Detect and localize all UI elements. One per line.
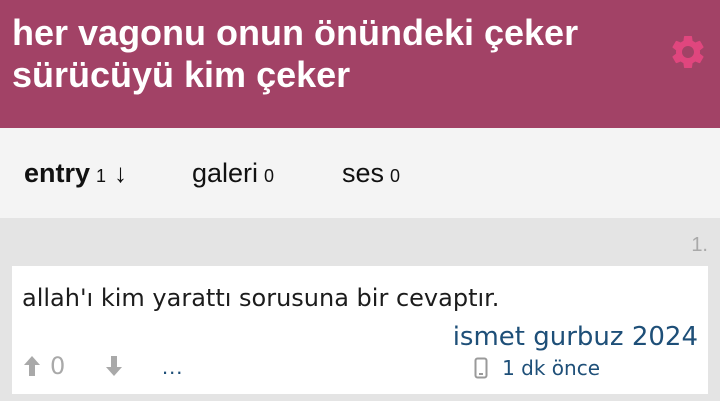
tab-galeri-count: 0 (264, 166, 275, 186)
tab-entry[interactable]: entry 1 ↓ (24, 156, 127, 193)
topic-title[interactable]: her vagonu onun önündeki çeker sürücüyü … (12, 12, 652, 96)
entry-number: 1. (691, 234, 708, 256)
entry-text: allah'ı kim yarattı sorusuna bir cevaptı… (22, 284, 500, 312)
topic-header: her vagonu onun önündeki çeker sürücüyü … (0, 0, 720, 128)
tab-ses-label: ses (342, 158, 385, 188)
more-options-button[interactable]: ... (162, 354, 183, 380)
tab-ses-count: 0 (390, 166, 401, 186)
downvote-arrow-icon[interactable] (104, 354, 124, 378)
gear-icon[interactable] (668, 32, 708, 72)
sort-down-arrow-icon[interactable]: ↓ (114, 158, 127, 188)
tab-bar: entry 1 ↓ galeri 0 ses 0 (0, 128, 720, 218)
entry-meta: 1 dk önce (474, 354, 600, 382)
entry-time-link[interactable]: 1 dk önce (502, 356, 600, 380)
tab-entry-count: 1 (96, 166, 107, 186)
entry-card: allah'ı kim yarattı sorusuna bir cevaptı… (12, 266, 708, 394)
tab-entry-label: entry (24, 158, 91, 188)
upvote-arrow-icon[interactable] (22, 354, 42, 378)
tab-galeri[interactable]: galeri 0 (192, 156, 274, 193)
tab-ses[interactable]: ses 0 (342, 156, 400, 193)
vote-count: 0 (50, 352, 66, 380)
tab-galeri-label: galeri (192, 158, 259, 188)
phone-icon (474, 357, 488, 379)
entry-author-link[interactable]: ismet gurbuz 2024 (453, 322, 698, 352)
